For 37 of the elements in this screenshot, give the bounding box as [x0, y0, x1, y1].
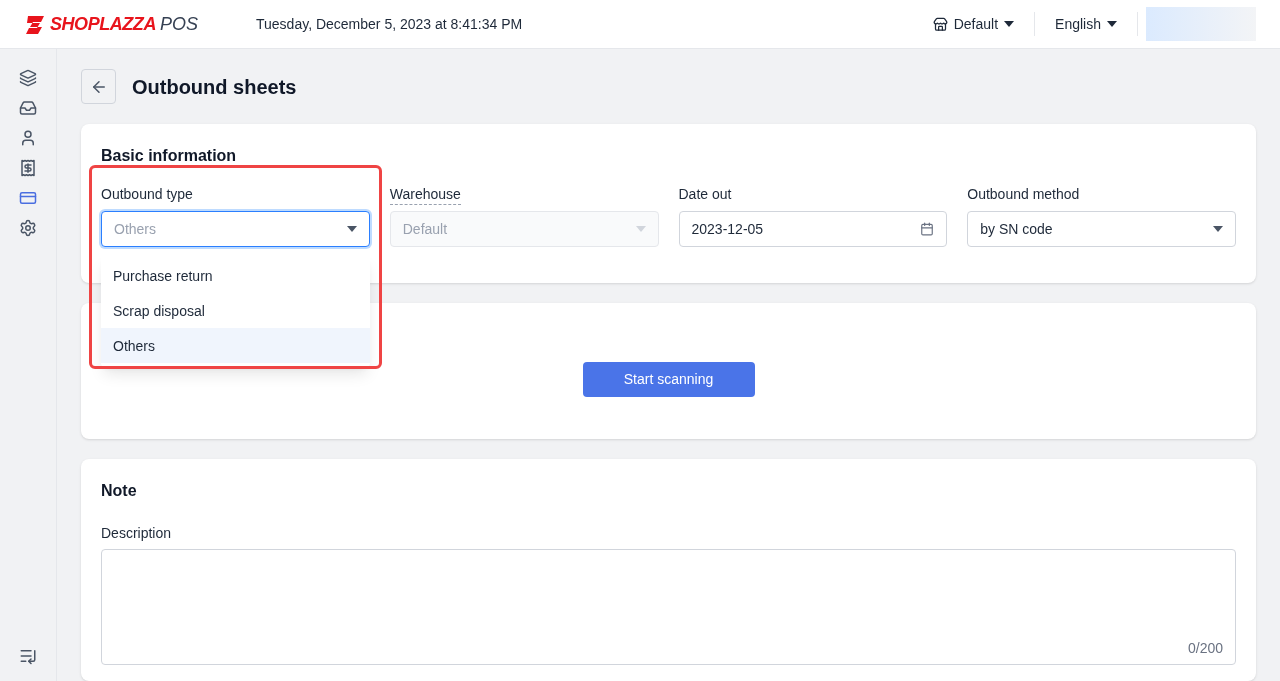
cards-icon[interactable] [19, 69, 37, 87]
language-selector[interactable]: English [1043, 14, 1129, 34]
dropdown-option[interactable]: Scrap disposal [101, 293, 370, 328]
select-field[interactable]: by SN code [967, 211, 1236, 247]
logo-text: SHOPLAZZA [50, 13, 156, 36]
field-label: Outbound method [967, 185, 1080, 204]
field-label: Outbound type [101, 185, 193, 204]
date-field[interactable]: 2023-12-05 [678, 211, 948, 247]
panel-icon[interactable] [19, 189, 37, 207]
caret-icon [635, 226, 646, 232]
receipt-icon[interactable] [19, 159, 37, 177]
datetime-text: Tuesday, December 5, 2023 at 8:41:34 PM [256, 15, 523, 34]
dropdown-option[interactable]: Others [101, 328, 370, 363]
field-label: Date out [678, 185, 732, 204]
logo-icon [24, 13, 46, 35]
back-button[interactable] [81, 69, 116, 104]
store-icon [932, 16, 948, 32]
person-icon[interactable] [19, 129, 37, 147]
caret-icon [1107, 21, 1117, 27]
calendar-icon [920, 222, 935, 236]
caret-icon [346, 226, 357, 232]
caret-icon [1213, 226, 1223, 232]
section-title: Basic information [101, 146, 238, 166]
field-label: Description [101, 524, 173, 543]
page-title: Outbound sheets [132, 74, 297, 100]
caret-icon [1004, 21, 1015, 27]
logo-suffix: POS [159, 13, 198, 36]
dropdown-option[interactable]: Purchase return [101, 258, 370, 293]
inbox-icon[interactable] [19, 99, 37, 117]
settings-icon[interactable] [19, 219, 37, 237]
field-label: Warehouse [389, 184, 461, 205]
menu-icon[interactable] [19, 647, 37, 665]
character-counter: 0/200 [1187, 639, 1223, 658]
description-field[interactable]: 0/200 [101, 549, 1236, 665]
start-scanning-button[interactable]: Start scanning [582, 361, 755, 397]
store-selector[interactable]: Default [920, 14, 1027, 34]
section-title: Note [101, 481, 138, 501]
